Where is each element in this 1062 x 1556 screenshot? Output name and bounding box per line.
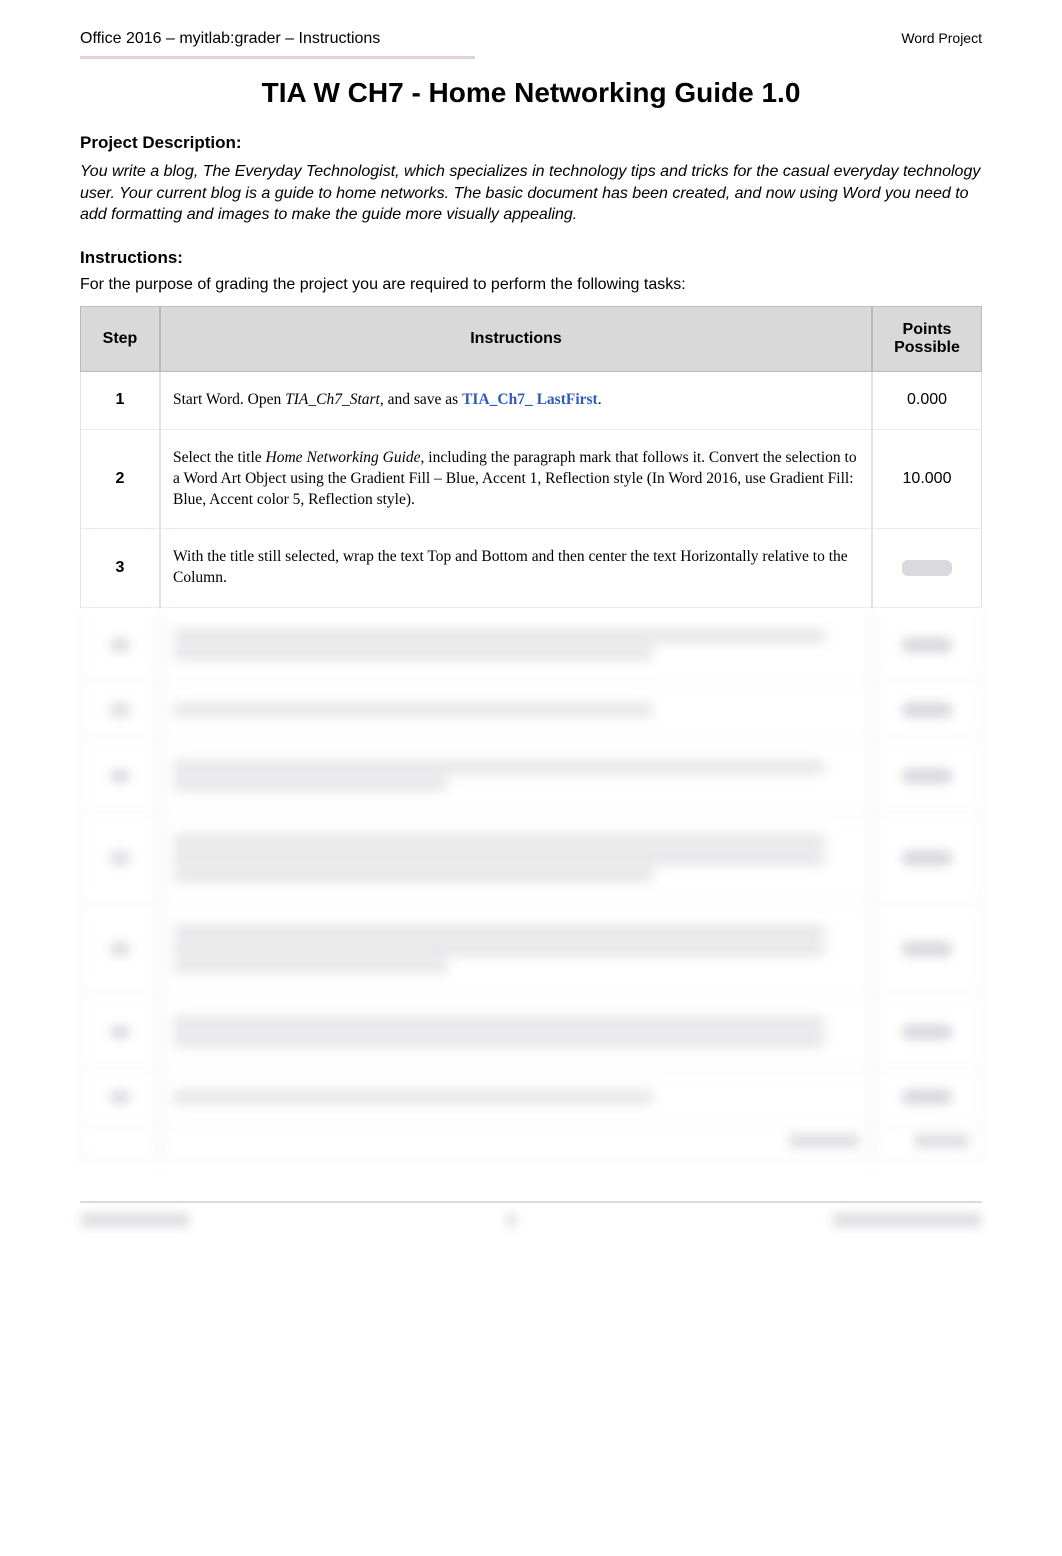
points-blurred: [872, 813, 982, 904]
points-blurred: [872, 1069, 982, 1126]
header-right: Word Project: [901, 30, 982, 46]
table-row-blurred: [80, 1069, 982, 1126]
instruction-blurred: [160, 813, 872, 904]
instr-text: Start Word. Open: [173, 391, 285, 408]
step-number: 1: [80, 372, 160, 430]
footer-right-blurred: [832, 1213, 982, 1227]
table-total-row: [80, 1126, 982, 1161]
step-number-blurred: [80, 904, 160, 995]
table-row-blurred: [80, 995, 982, 1069]
table-row: 2 Select the title Home Networking Guide…: [80, 430, 982, 530]
footer-left-blurred: [80, 1213, 190, 1227]
table-row-blurred: [80, 904, 982, 995]
table-row: 3 With the title still selected, wrap th…: [80, 529, 982, 608]
points-value: [872, 529, 982, 608]
instructions-intro: For the purpose of grading the project y…: [80, 276, 982, 294]
instr-text: .: [598, 391, 602, 408]
header-left: Office 2016 – myitlab:grader – Instructi…: [80, 30, 380, 48]
col-points: Points Possible: [872, 306, 982, 372]
points-value: 10.000: [872, 430, 982, 530]
instruction-cell: Start Word. Open TIA_Ch7_Start, and save…: [160, 372, 872, 430]
col-instructions: Instructions: [160, 306, 872, 372]
step-number: 3: [80, 529, 160, 608]
step-number-blurred: [80, 739, 160, 813]
instr-em: Home Networking Guide: [266, 449, 421, 466]
table-row: 1 Start Word. Open TIA_Ch7_Start, and sa…: [80, 372, 982, 430]
table-row-blurred: [80, 608, 982, 682]
table-row-blurred: [80, 813, 982, 904]
instr-link: TIA_Ch7_ LastFirst: [462, 391, 598, 408]
footer-center-blurred: [506, 1213, 516, 1227]
points-blurred: [872, 682, 982, 739]
footer-row: [80, 1213, 982, 1227]
points-blurred: [872, 608, 982, 682]
points-blurred: [872, 739, 982, 813]
header-underline: [80, 56, 475, 59]
instructions-heading: Instructions:: [80, 248, 982, 268]
step-number-blurred: [80, 813, 160, 904]
page-title: TIA W CH7 - Home Networking Guide 1.0: [80, 77, 982, 109]
instruction-cell: With the title still selected, wrap the …: [160, 529, 872, 608]
description-heading: Project Description:: [80, 133, 982, 153]
col-step: Step: [80, 306, 160, 372]
description-text: You write a blog, The Everyday Technolog…: [80, 161, 982, 226]
table-header-row: Step Instructions Points Possible: [80, 306, 982, 372]
instructions-table: Step Instructions Points Possible 1 Star…: [80, 306, 982, 1162]
step-number-blurred: [80, 1069, 160, 1126]
step-number-blurred: [80, 608, 160, 682]
instruction-blurred: [160, 608, 872, 682]
table-row-blurred: [80, 682, 982, 739]
step-number-blurred: [80, 995, 160, 1069]
page-header: Office 2016 – myitlab:grader – Instructi…: [80, 30, 982, 48]
table-row-blurred: [80, 739, 982, 813]
total-empty: [80, 1126, 160, 1161]
instr-filename: TIA_Ch7_Start: [285, 391, 380, 408]
instruction-cell: Select the title Home Networking Guide, …: [160, 430, 872, 530]
instruction-blurred: [160, 904, 872, 995]
instruction-blurred: [160, 739, 872, 813]
step-number-blurred: [80, 682, 160, 739]
instruction-blurred: [160, 682, 872, 739]
total-value-cell: [872, 1126, 982, 1161]
instr-text: Select the title: [173, 449, 266, 466]
instruction-blurred: [160, 995, 872, 1069]
instr-text: , and save as: [380, 391, 462, 408]
points-blurred: [872, 904, 982, 995]
footer-underline: [80, 1201, 982, 1203]
instruction-blurred: [160, 1069, 872, 1126]
total-label-cell: [160, 1126, 872, 1161]
step-number: 2: [80, 430, 160, 530]
points-blurred: [872, 995, 982, 1069]
points-value: 0.000: [872, 372, 982, 430]
